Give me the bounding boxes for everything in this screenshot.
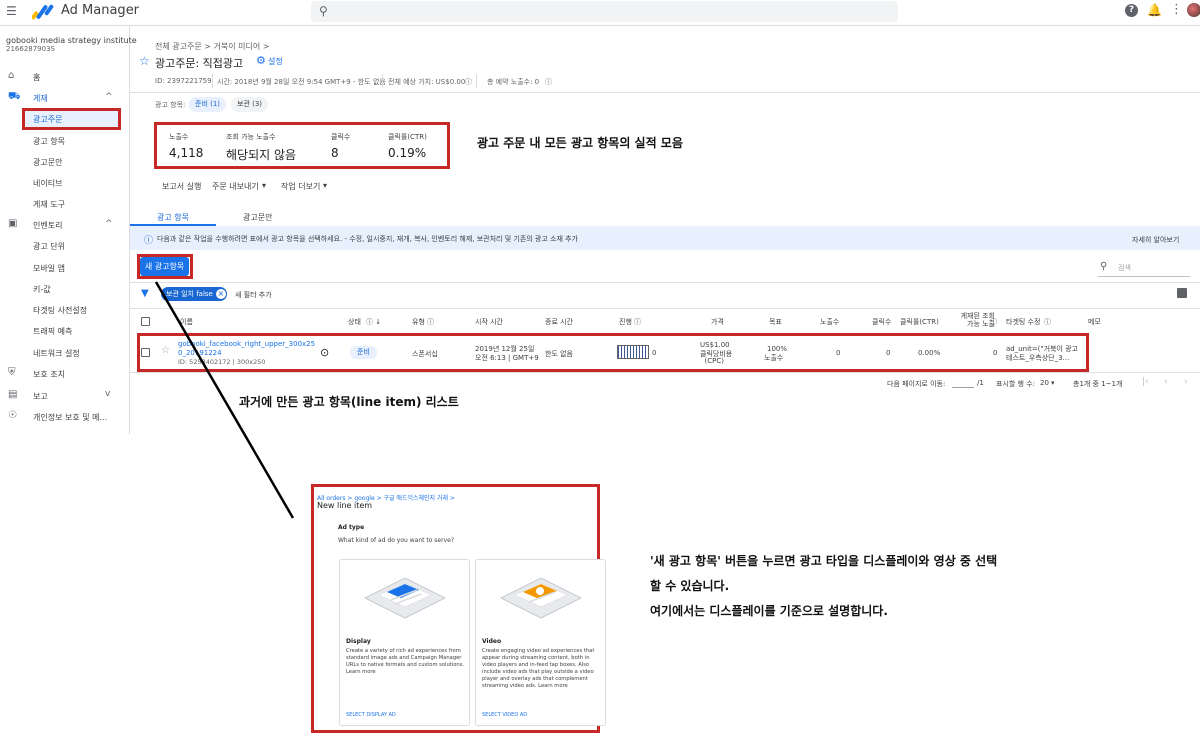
- select-display-ad-button[interactable]: SELECT DISPLAY AD: [346, 712, 396, 718]
- video-ad-illustration: [500, 577, 582, 619]
- display-ad-card[interactable]: Display Create a variety of rich ad expe…: [339, 559, 470, 726]
- video-ad-card[interactable]: Video Create engaging video ad experienc…: [475, 559, 606, 726]
- dialog-question: What kind of ad do you want to serve?: [338, 537, 455, 544]
- dialog-section-title: Ad type: [338, 524, 365, 531]
- video-card-description: Create engaging video ad experiences tha…: [482, 648, 595, 689]
- annotation-new-button-3: 여기에서는 디스플레이를 기준으로 설명합니다.: [650, 604, 888, 618]
- video-card-title: Video: [482, 638, 502, 645]
- dialog-title: New line item: [317, 501, 373, 510]
- display-ad-illustration: [364, 577, 446, 619]
- display-card-description: Create a variety of rich ad experiences …: [346, 648, 465, 675]
- annotation-new-button-1: '새 광고 항목' 버튼을 누르면 광고 타입을 디스플레이와 영상 중 선택: [650, 554, 998, 568]
- select-video-ad-button[interactable]: SELECT VIDEO AD: [482, 712, 527, 718]
- annotation-new-button-2: 할 수 있습니다.: [650, 579, 730, 593]
- new-line-item-dialog: All orders > google > 구글 애드익스체인지 거래 > Ne…: [311, 484, 606, 733]
- display-card-title: Display: [346, 638, 371, 645]
